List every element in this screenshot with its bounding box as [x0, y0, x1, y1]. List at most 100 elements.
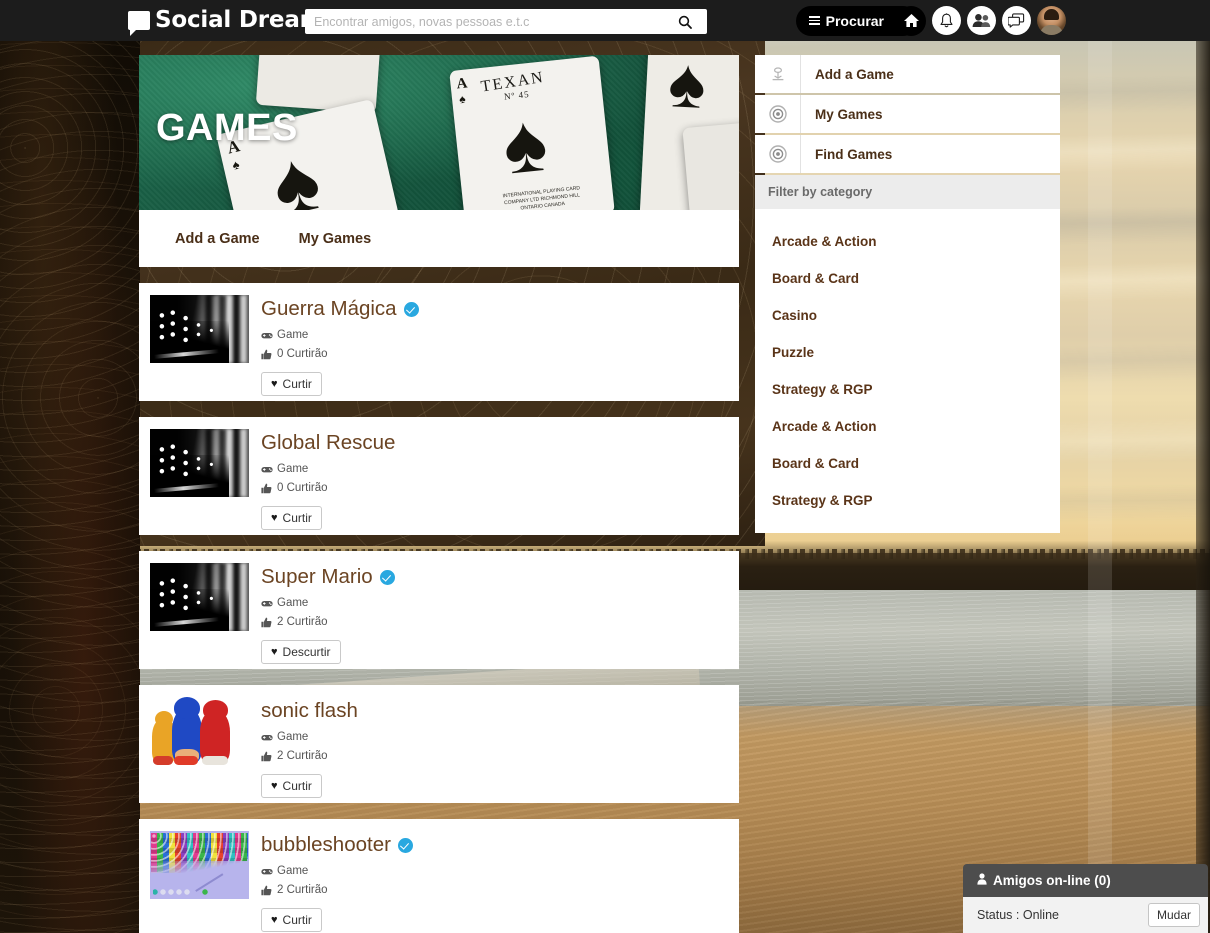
category-item[interactable]: Board & Card [755, 445, 1060, 482]
gamepad-icon [261, 330, 273, 341]
verified-badge-icon [379, 569, 395, 585]
game-info: Super Mario Game 2 Curtirão ♥ Descurtir [261, 563, 395, 669]
procurar-label: Procurar [825, 12, 884, 29]
sidebar-item-find-games[interactable]: Find Games [755, 135, 1060, 173]
gamepad-icon [261, 598, 273, 609]
verified-badge-icon [397, 837, 413, 853]
gamepad-icon [261, 464, 273, 475]
navbar-actions: Procurar [795, 0, 1066, 41]
gamepad-icon [261, 732, 273, 743]
game-info: Global Rescue Game 0 Curtirão ♥ Curtir [261, 429, 395, 535]
game-type-line: Game [261, 731, 358, 743]
spade-icon: ♠ [498, 96, 552, 192]
heart-icon: ♥ [271, 914, 278, 926]
game-likes-label: 0 Curtirão [277, 482, 328, 494]
tab-my-games[interactable]: My Games [299, 231, 372, 247]
main-column: A ♠ ♠ A ♠ TEXAN Nº 45 ♠ INTERNATIONAL PL… [139, 55, 739, 933]
game-list-item[interactable]: bubbleshooter Game 2 Curtirão ♥ Curtir [139, 819, 739, 933]
category-item[interactable]: Strategy & RGP [755, 482, 1060, 519]
category-item[interactable]: Strategy & RGP [755, 371, 1060, 408]
bell-icon[interactable] [932, 6, 961, 35]
game-info: Guerra Mágica Game 0 Curtirão ♥ Curtir [261, 295, 419, 401]
page-body: A ♠ ♠ A ♠ TEXAN Nº 45 ♠ INTERNATIONAL PL… [0, 41, 1210, 933]
game-type-label: Game [277, 329, 309, 341]
game-type-label: Game [277, 731, 309, 743]
like-button[interactable]: ♥ Curtir [261, 372, 322, 396]
category-list: Arcade & Action Board & Card Casino Puzz… [755, 209, 1060, 533]
friends-icon[interactable] [967, 6, 996, 35]
change-status-button[interactable]: Mudar [1147, 903, 1200, 927]
search-input[interactable] [314, 14, 674, 29]
game-title[interactable]: sonic flash [261, 699, 358, 723]
game-title-line: sonic flash [261, 699, 358, 723]
like-button-label: Curtir [282, 511, 312, 525]
status-label: Status : Online [977, 908, 1059, 922]
card-suit-spade-small: ♠ [230, 156, 241, 173]
speech-bubble-icon [128, 10, 150, 36]
game-likes-line: 0 Curtirão [261, 482, 395, 494]
online-friends-widget: Amigos on-line (0) Status : Online Mudar [963, 864, 1208, 933]
avatar[interactable] [1037, 6, 1066, 35]
messages-icon[interactable] [1002, 6, 1031, 35]
like-button-label: Descurtir [282, 645, 331, 659]
search-box[interactable] [305, 9, 707, 34]
thumbs-up-icon [261, 885, 273, 896]
game-list-item[interactable]: Super Mario Game 2 Curtirão ♥ Descurtir [139, 551, 739, 669]
online-friends-label: Amigos on-line (0) [993, 873, 1111, 888]
page-title: GAMES [156, 107, 298, 149]
game-title[interactable]: Guerra Mágica [261, 297, 397, 321]
person-icon [977, 873, 987, 888]
like-button[interactable]: ♥ Curtir [261, 774, 322, 798]
card-rank-a: A [455, 75, 469, 93]
like-button[interactable]: ♥ Curtir [261, 908, 322, 932]
game-likes-label: 2 Curtirão [277, 750, 328, 762]
games-cover-photo: A ♠ ♠ A ♠ TEXAN Nº 45 ♠ INTERNATIONAL PL… [139, 55, 739, 210]
game-thumbnail[interactable] [150, 295, 249, 363]
target-icon [755, 95, 801, 133]
game-thumbnail[interactable] [150, 563, 249, 631]
like-button[interactable]: ♥ Curtir [261, 506, 322, 530]
game-type-line: Game [261, 329, 419, 341]
category-item[interactable]: Casino [755, 297, 1060, 334]
game-title[interactable]: Global Rescue [261, 431, 395, 455]
sidebar-item-my-games[interactable]: My Games [755, 95, 1060, 133]
game-type-line: Game [261, 865, 413, 877]
game-list-item[interactable]: Guerra Mágica Game 0 Curtirão ♥ Curtir [139, 283, 739, 401]
category-item[interactable]: Puzzle [755, 334, 1060, 371]
spade-icon: ♠ [666, 55, 708, 124]
brand-logo[interactable]: Social Dream [128, 7, 324, 36]
game-thumbnail[interactable] [150, 697, 249, 765]
category-item[interactable]: Board & Card [755, 260, 1060, 297]
sidebar-item-add-a-game[interactable]: Add a Game [755, 55, 1060, 93]
game-thumbnail[interactable] [150, 429, 249, 497]
card-suit-spade-small: ♠ [458, 91, 467, 107]
game-title-line: Global Rescue [261, 431, 395, 455]
unlike-button[interactable]: ♥ Descurtir [261, 640, 341, 664]
verified-badge-icon [403, 301, 419, 317]
game-title[interactable]: Super Mario [261, 565, 373, 589]
like-button-label: Curtir [282, 779, 312, 793]
heart-icon: ♥ [271, 378, 278, 390]
sidebar-item-label: My Games [815, 106, 883, 122]
gamepad-icon [261, 866, 273, 877]
category-item[interactable]: Arcade & Action [755, 408, 1060, 445]
tab-add-a-game[interactable]: Add a Game [175, 231, 260, 247]
category-item[interactable]: Arcade & Action [755, 223, 1060, 260]
game-info: sonic flash Game 2 Curtirão ♥ Curtir [261, 697, 358, 803]
home-icon[interactable] [896, 5, 926, 36]
filter-by-category-header: Filter by category [755, 175, 1060, 209]
game-title[interactable]: bubbleshooter [261, 833, 391, 857]
game-likes-label: 2 Curtirão [277, 884, 328, 896]
games-cover-card: A ♠ ♠ A ♠ TEXAN Nº 45 ♠ INTERNATIONAL PL… [139, 55, 739, 267]
game-list-item[interactable]: Global Rescue Game 0 Curtirão ♥ Curtir [139, 417, 739, 535]
brand-name: Social Dream [155, 7, 324, 33]
search-icon[interactable] [674, 11, 696, 33]
thumbs-up-icon [261, 617, 273, 628]
cover-tabs: Add a Game My Games [139, 210, 739, 267]
sidebar-item-label: Find Games [815, 146, 893, 162]
online-friends-header[interactable]: Amigos on-line (0) [963, 864, 1208, 897]
game-list-item[interactable]: sonic flash Game 2 Curtirão ♥ Curtir [139, 685, 739, 803]
thumbs-up-icon [261, 751, 273, 762]
like-button-label: Curtir [282, 913, 312, 927]
game-thumbnail[interactable] [150, 831, 249, 899]
